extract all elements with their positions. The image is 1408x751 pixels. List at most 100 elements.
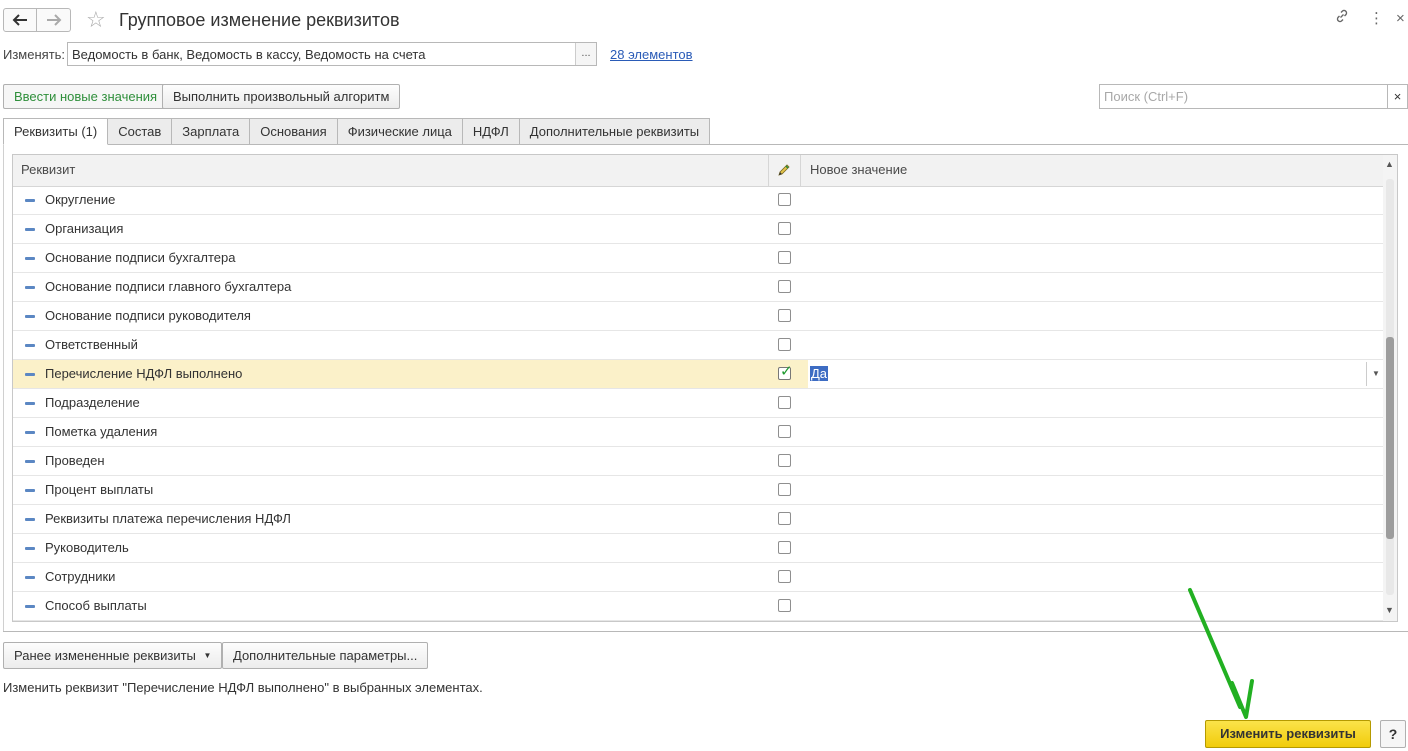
table-row[interactable]: Перечисление НДФЛ выполнено ✓ Да ▼ xyxy=(13,360,1385,389)
status-text: Изменить реквизит "Перечисление НДФЛ вып… xyxy=(3,680,483,695)
row-checkbox[interactable] xyxy=(778,222,791,235)
table-row[interactable]: Основание подписи руководителя xyxy=(13,302,1385,331)
row-attribute-name: Ответственный xyxy=(45,337,138,352)
row-attribute-name: Реквизиты платежа перечисления НДФЛ xyxy=(45,511,291,526)
panel-border xyxy=(3,144,4,632)
tab-ndfl[interactable]: НДФЛ xyxy=(462,118,520,145)
scroll-up-arrow-icon[interactable]: ▲ xyxy=(1385,159,1394,169)
table-header: Реквизит Новое значение xyxy=(13,155,1385,187)
tab-bar: Реквизиты (1) Состав Зарплата Основания … xyxy=(3,118,711,145)
row-attribute-name: Пометка удаления xyxy=(45,424,158,439)
row-checkbox[interactable] xyxy=(778,338,791,351)
back-button[interactable] xyxy=(3,8,37,32)
attribute-marker-icon xyxy=(25,373,35,376)
table-row[interactable]: Проведен xyxy=(13,447,1385,476)
table-row[interactable]: Процент выплаты xyxy=(13,476,1385,505)
table-row[interactable]: Основание подписи главного бухгалтера xyxy=(13,273,1385,302)
scroll-down-arrow-icon[interactable]: ▼ xyxy=(1385,605,1394,615)
row-checkbox[interactable] xyxy=(778,396,791,409)
table-row[interactable]: Пометка удаления xyxy=(13,418,1385,447)
tab-attributes[interactable]: Реквизиты (1) xyxy=(3,118,109,145)
star-icon[interactable]: ☆ xyxy=(86,7,106,33)
chevron-down-icon: ▼ xyxy=(203,651,212,660)
row-checkbox[interactable] xyxy=(778,425,791,438)
new-value-text: Да xyxy=(810,366,829,381)
row-attribute-name: Основание подписи руководителя xyxy=(45,308,251,323)
row-attribute-name: Подразделение xyxy=(45,395,140,410)
select-objects-button[interactable]: ... xyxy=(575,43,596,65)
row-checkbox[interactable] xyxy=(778,454,791,467)
tab-bases[interactable]: Основания xyxy=(250,118,338,145)
attribute-marker-icon xyxy=(25,286,35,289)
row-checkbox[interactable] xyxy=(778,280,791,293)
forward-button[interactable] xyxy=(37,8,71,32)
attributes-table[interactable]: Реквизит Новое значение Округление Органи… xyxy=(12,154,1398,622)
row-checkbox[interactable] xyxy=(778,251,791,264)
attribute-marker-icon xyxy=(25,576,35,579)
row-attribute-name: Перечисление НДФЛ выполнено xyxy=(45,366,243,381)
pencil-icon xyxy=(777,163,791,180)
attribute-marker-icon xyxy=(25,605,35,608)
table-row[interactable]: Основание подписи бухгалтера xyxy=(13,244,1385,273)
tab-additional-attributes[interactable]: Дополнительные реквизиты xyxy=(519,118,711,145)
attribute-marker-icon xyxy=(25,315,35,318)
arrow-right-icon xyxy=(46,14,61,26)
row-attribute-name: Способ выплаты xyxy=(45,598,147,613)
row-checkbox[interactable] xyxy=(778,541,791,554)
table-row[interactable]: Организация xyxy=(13,215,1385,244)
attribute-marker-icon xyxy=(25,431,35,434)
row-attribute-name: Округление xyxy=(45,192,116,207)
attribute-marker-icon xyxy=(25,344,35,347)
tab-salary[interactable]: Зарплата xyxy=(172,118,251,145)
search-input[interactable]: Поиск (Ctrl+F) xyxy=(1099,84,1388,109)
table-row[interactable]: Ответственный xyxy=(13,331,1385,360)
row-attribute-name: Организация xyxy=(45,221,124,236)
close-icon[interactable]: × xyxy=(1396,8,1405,30)
change-label: Изменять: xyxy=(3,47,66,62)
row-checkbox[interactable] xyxy=(778,309,791,322)
search-clear-button[interactable]: × xyxy=(1388,84,1408,109)
annotation-arrow-icon xyxy=(1188,588,1254,719)
column-header-attribute[interactable]: Реквизит xyxy=(21,155,75,186)
change-objects-value: Ведомость в банк, Ведомость в кассу, Вед… xyxy=(72,47,426,62)
row-checkbox[interactable]: ✓ xyxy=(778,363,793,380)
additional-params-button[interactable]: Дополнительные параметры... xyxy=(222,642,429,669)
column-header-new-value[interactable]: Новое значение xyxy=(810,155,907,186)
previously-changed-button[interactable]: Ранее измененные реквизиты ▼ xyxy=(3,642,223,669)
row-attribute-name: Руководитель xyxy=(45,540,129,555)
table-row[interactable]: Округление xyxy=(13,186,1385,215)
row-checkbox[interactable] xyxy=(778,193,791,206)
attribute-marker-icon xyxy=(25,199,35,202)
change-objects-field[interactable]: Ведомость в банк, Ведомость в кассу, Вед… xyxy=(67,42,597,66)
help-button[interactable]: ? xyxy=(1380,720,1406,748)
table-row[interactable]: Подразделение xyxy=(13,389,1385,418)
attribute-marker-icon xyxy=(25,547,35,550)
row-checkbox[interactable] xyxy=(778,483,791,496)
tab-composition[interactable]: Состав xyxy=(108,118,173,145)
row-checkbox[interactable] xyxy=(778,599,791,612)
row-attribute-name: Сотрудники xyxy=(45,569,116,584)
elements-count-link[interactable]: 28 элементов xyxy=(610,47,693,62)
table-row[interactable]: Реквизиты платежа перечисления НДФЛ xyxy=(13,505,1385,534)
new-value-field[interactable]: Да ▼ xyxy=(808,360,1385,388)
enter-new-values-button[interactable]: Ввести новые значения xyxy=(3,84,169,109)
row-checkbox[interactable] xyxy=(778,512,791,525)
attribute-marker-icon xyxy=(25,402,35,405)
link-icon[interactable] xyxy=(1334,8,1350,31)
more-vertical-icon[interactable]: ⋮ xyxy=(1369,8,1384,30)
run-algorithm-button[interactable]: Выполнить произвольный алгоритм xyxy=(162,84,401,109)
scroll-thumb[interactable] xyxy=(1386,337,1394,539)
attribute-marker-icon xyxy=(25,257,35,260)
row-attribute-name: Основание подписи бухгалтера xyxy=(45,250,236,265)
attribute-marker-icon xyxy=(25,460,35,463)
previously-changed-label: Ранее измененные реквизиты xyxy=(14,648,196,663)
table-row[interactable]: Руководитель xyxy=(13,534,1385,563)
row-checkbox[interactable] xyxy=(778,570,791,583)
apply-changes-button[interactable]: Изменить реквизиты xyxy=(1205,720,1371,748)
tab-individuals[interactable]: Физические лица xyxy=(337,118,463,145)
check-icon: ✓ xyxy=(780,363,793,380)
vertical-scrollbar[interactable]: ▲ ▼ xyxy=(1383,155,1397,621)
window-title: Групповое изменение реквизитов xyxy=(119,10,400,30)
arrow-left-icon xyxy=(12,14,27,26)
row-attribute-name: Процент выплаты xyxy=(45,482,154,497)
